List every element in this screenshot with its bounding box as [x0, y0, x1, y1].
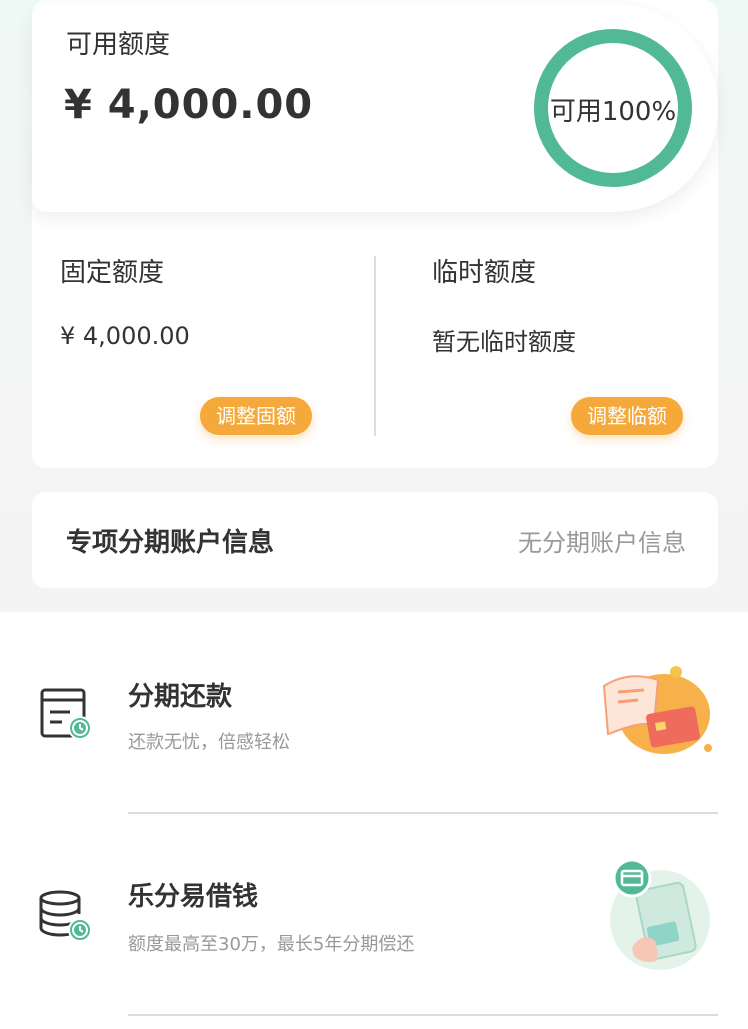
temp-credit-label: 临时额度	[432, 258, 537, 288]
bill-clock-icon	[40, 688, 92, 740]
service-title: 分期还款	[128, 682, 233, 712]
service-subtitle: 还款无忧，倍感轻松	[128, 732, 290, 753]
service-subtitle: 额度最高至30万，最长5年分期偿还	[128, 934, 415, 955]
available-percent-text: 可用100%	[549, 97, 677, 127]
service-installment-repay[interactable]: 分期还款 还款无忧，倍感轻松	[0, 612, 748, 814]
coins-clock-icon	[39, 890, 92, 942]
phone-money-illustration	[610, 858, 710, 970]
service-title: 乐分易借钱	[128, 882, 259, 912]
service-loan[interactable]: 乐分易借钱 额度最高至30万，最长5年分期偿还	[0, 814, 748, 1016]
installment-account-value: 无分期账户信息	[518, 529, 686, 557]
available-credit-label: 可用额度	[66, 30, 171, 60]
adjust-temp-button[interactable]: 调整临额	[571, 397, 683, 435]
temp-credit-value: 暂无临时额度	[432, 328, 576, 356]
service-divider	[128, 1014, 718, 1016]
credit-divider	[374, 256, 376, 436]
card-bill-illustration	[602, 666, 712, 754]
available-credit-amount: ¥ 4,000.00	[64, 82, 314, 128]
fixed-credit-amount: ¥ 4,000.00	[60, 322, 190, 350]
installment-account-label: 专项分期账户信息	[66, 528, 275, 558]
adjust-fixed-button[interactable]: 调整固额	[200, 397, 312, 435]
fixed-credit-label: 固定额度	[60, 258, 165, 288]
